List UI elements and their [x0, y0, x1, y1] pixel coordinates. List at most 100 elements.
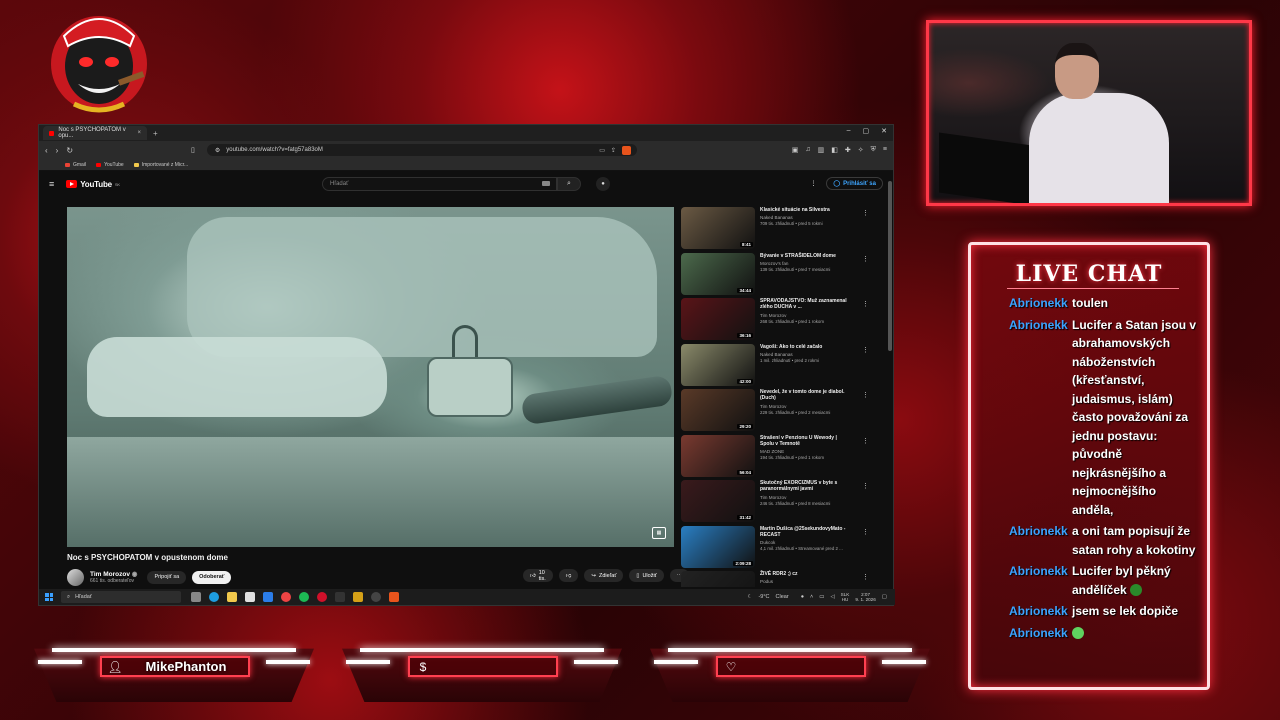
recommendation-item[interactable]: 31:42 Skutočný EXORCIZMUS v byte s parano…: [681, 480, 873, 526]
media-icon[interactable]: ♫: [805, 146, 810, 154]
recommendation-title[interactable]: Martin Dušica @25sekundovyMato - RECAST: [760, 526, 852, 539]
brave-taskbar-icon[interactable]: [389, 592, 399, 602]
more-options-icon[interactable]: ⋮: [862, 437, 869, 445]
more-options-icon[interactable]: ⋮: [862, 528, 869, 536]
signin-button[interactable]: ◯ Prihlásiť sa: [826, 177, 883, 190]
extensions-icon[interactable]: ▣: [792, 146, 799, 154]
task-view-icon[interactable]: [191, 592, 201, 602]
recommendation-channel[interactable]: Podus: [760, 579, 852, 584]
recommendation-item[interactable]: 36:16 SPRAVODAJSTVO: Muž zaznamenal zlého…: [681, 298, 873, 344]
chrome-icon[interactable]: [281, 592, 291, 602]
browser-tab[interactable]: Noc s PSYCHOPATOM v opu... ×: [43, 126, 147, 140]
recommendation-channel[interactable]: Morozov's fan: [760, 261, 852, 266]
subscribe-button[interactable]: Odoberať: [192, 570, 232, 584]
recommendation-thumbnail[interactable]: 36:16: [681, 298, 755, 340]
recommendation-channel[interactable]: Tim Morozov: [760, 495, 852, 500]
recommendation-thumbnail[interactable]: 2:09:28: [681, 525, 755, 568]
recommendation-item[interactable]: 42:00 Vagoši: Ako to celé začalo Naked Ban…: [681, 343, 873, 390]
more-options-icon[interactable]: ⋮: [862, 300, 869, 308]
video-player[interactable]: ▦: [67, 207, 674, 547]
recommendation-thumbnail[interactable]: 56:04: [681, 434, 755, 477]
site-info-icon[interactable]: ⚙: [215, 147, 220, 154]
clock[interactable]: 2:07 9. 1. 2026: [855, 592, 875, 603]
brave-shields-icon[interactable]: [621, 145, 631, 155]
dislike-button[interactable]: 👎︎: [558, 569, 579, 582]
recommendation-title[interactable]: Vagoši: Ako to celé začalo: [760, 344, 852, 350]
recommendation-channel[interactable]: Tim Morozov: [760, 313, 852, 318]
more-options-icon[interactable]: ⋮: [862, 573, 869, 581]
recommendation-title[interactable]: Nevedel, že v tomto dome je diabol. (Duc…: [760, 389, 852, 402]
leo-icon[interactable]: ✧: [858, 146, 864, 154]
recommendation-thumbnail[interactable]: 42:00: [681, 343, 755, 386]
menu-icon[interactable]: ≡: [883, 146, 887, 154]
share-button[interactable]: ↪ Zdieľať: [584, 569, 624, 582]
chevron-up-icon[interactable]: ˄: [810, 594, 813, 600]
recommendation-channel[interactable]: Naked Bananas: [760, 352, 852, 357]
more-options-icon[interactable]: ⋮: [862, 482, 869, 490]
recommendation-item[interactable]: 8:41 Klasické situácie na Silvestra Naked …: [681, 207, 873, 253]
channel-watermark-icon[interactable]: ▦: [652, 527, 666, 539]
page-scrollbar[interactable]: [888, 181, 892, 351]
bookmark-gmail[interactable]: Gmail: [65, 162, 86, 168]
sidebar-icon[interactable]: ▥: [818, 146, 825, 154]
recommendation-title[interactable]: Klasické situácie na Silvestra: [760, 207, 852, 213]
recommendation-item[interactable]: 29:20 Nevedel, že v tomto dome je diabol.…: [681, 389, 873, 435]
mail-icon[interactable]: [263, 592, 273, 602]
search-button[interactable]: ⌕: [557, 177, 581, 191]
minimize-button[interactable]: –: [847, 127, 851, 135]
recommendation-thumbnail[interactable]: 29:20: [681, 389, 755, 431]
app-dark-icon[interactable]: [335, 592, 345, 602]
people-icon[interactable]: ●: [801, 594, 804, 600]
recommendation-title[interactable]: Strašení v Penzionu U Wewody | Spolu v T…: [760, 435, 852, 448]
close-window-button[interactable]: ✕: [881, 127, 887, 135]
search-input[interactable]: Hľadať: [322, 177, 557, 191]
recommendation-channel[interactable]: Tim Morozov: [760, 404, 852, 409]
save-button[interactable]: ▯ Uložiť: [629, 569, 664, 582]
tab-close-icon[interactable]: ×: [137, 130, 141, 136]
vpn-icon[interactable]: ⛨: [871, 146, 876, 154]
recommendation-title[interactable]: Bývanie v STRAŠIDELOM dome: [760, 253, 852, 259]
obs-icon[interactable]: [371, 592, 381, 602]
more-options-icon[interactable]: ⋮: [862, 209, 869, 217]
weather-icon[interactable]: ☾: [748, 594, 753, 600]
new-tab-button[interactable]: +: [153, 129, 158, 138]
keyboard-icon[interactable]: [542, 181, 550, 186]
recommendation-item[interactable]: 2:09:28 Martin Dušica @25sekundovyMato - …: [681, 525, 873, 572]
recommendation-thumbnail[interactable]: 34:44: [681, 252, 755, 295]
recommendation-title[interactable]: ŽIVÉ RDR2 ;) cz: [760, 571, 852, 577]
recommendation-item[interactable]: 56:04 Strašení v Penzionu U Wewody | Spol…: [681, 434, 873, 481]
maximize-button[interactable]: ▢: [863, 127, 870, 135]
join-button[interactable]: Pripojiť sa: [147, 570, 187, 584]
edge-icon[interactable]: [209, 592, 219, 602]
spotify-icon[interactable]: [299, 592, 309, 602]
recommendation-title[interactable]: Skutočný EXORCIZMUS v byte s paranormáln…: [760, 480, 852, 493]
recommendation-thumbnail[interactable]: 8:41: [681, 207, 755, 249]
store-icon[interactable]: [245, 592, 255, 602]
network-icon[interactable]: ▭: [819, 594, 824, 600]
notification-icon[interactable]: ▢: [882, 594, 887, 600]
bookmark-imported[interactable]: Importované z Micr...: [133, 162, 188, 168]
reload-icon[interactable]: ↻: [66, 146, 73, 155]
like-button[interactable]: 👍︎ 10 tis.: [523, 569, 553, 582]
cast-icon[interactable]: ▭: [599, 147, 605, 154]
recommendation-item[interactable]: 34:44 Bývanie v STRAŠIDELOM dome Morozov's…: [681, 252, 873, 299]
explorer-icon[interactable]: [227, 592, 237, 602]
youtube-logo[interactable]: YouTube SK: [66, 180, 120, 189]
settings-more-icon[interactable]: ⋮: [810, 180, 816, 187]
more-options-icon[interactable]: ⋮: [862, 391, 869, 399]
channel-avatar[interactable]: [67, 568, 84, 586]
app-yellow-icon[interactable]: [353, 592, 363, 602]
recommendation-channel[interactable]: Dukcok: [760, 540, 852, 545]
share-icon[interactable]: ⇪: [611, 147, 616, 154]
recommendation-channel[interactable]: Naked Bananas: [760, 215, 852, 220]
recommendation-item[interactable]: ŽIVÉ RDR2 ;) cz Podus ⋮: [681, 571, 873, 587]
guide-menu-icon[interactable]: ≡: [49, 179, 54, 189]
language-indicator[interactable]: SLK HU: [841, 592, 850, 603]
channel-name[interactable]: Tim Morozov ◉: [90, 570, 137, 578]
recommendation-thumbnail[interactable]: 31:42: [681, 480, 755, 522]
bookmark-youtube[interactable]: YouTube: [96, 162, 124, 168]
puzzle-icon[interactable]: ✚: [845, 146, 851, 154]
forward-icon[interactable]: ›: [56, 146, 59, 155]
url-field[interactable]: ⚙ youtube.com/watch?v=fatg57a83oM ▭ ⇪: [206, 144, 637, 156]
wallet-icon[interactable]: ◧: [831, 146, 838, 154]
